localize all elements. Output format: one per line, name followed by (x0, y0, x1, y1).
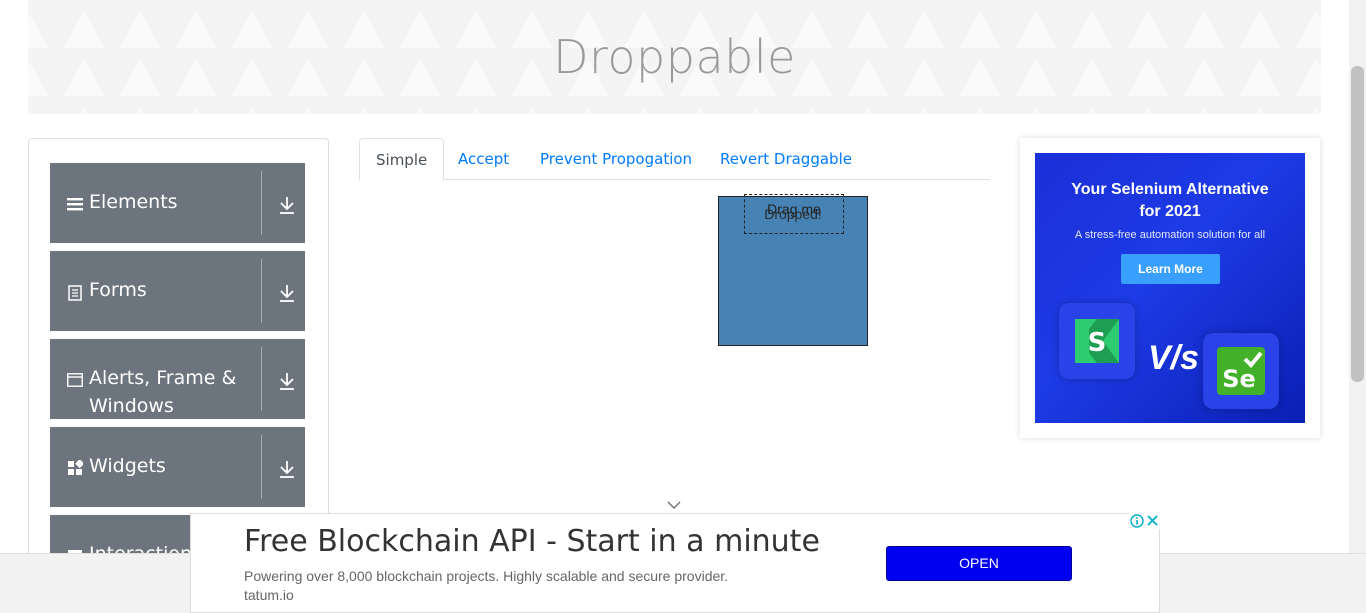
ad-url[interactable]: tatum.io (244, 587, 294, 603)
draggable-box[interactable]: Drag me (744, 194, 844, 234)
selenium-logo-icon: Se (1203, 333, 1279, 409)
download-arrow-icon[interactable] (278, 459, 296, 479)
sidebar: Elements Forms Alerts, Frame & Windows W… (28, 138, 329, 595)
divider (261, 435, 262, 499)
versus-text: V/s (1148, 339, 1200, 377)
ad-headline-line2: for 2021 (1139, 203, 1201, 220)
svg-text:S: S (1088, 328, 1107, 358)
download-arrow-icon[interactable] (278, 195, 296, 215)
tab-bar: Simple Accept Prevent Propogation Revert… (359, 138, 990, 181)
ad-subtitle: A stress-free automation solution for al… (1074, 229, 1266, 241)
sidebar-group-label: Widgets (89, 455, 166, 477)
ad-headline: Your Selenium Alternative (1071, 181, 1269, 198)
bottom-advertisement[interactable]: Free Blockchain API - Start in a minute … (190, 513, 1160, 613)
sidebar-group-widgets[interactable]: Widgets (50, 427, 305, 507)
ad-headline[interactable]: Free Blockchain API - Start in a minute (244, 524, 820, 559)
document-icon (68, 285, 82, 301)
katalon-logo-icon: S (1059, 303, 1135, 379)
chevron-down-icon[interactable] (666, 500, 682, 510)
ad-banner[interactable]: Your Selenium Alternative for 2021 A str… (1035, 153, 1305, 423)
adchoices-icon[interactable] (1129, 513, 1160, 529)
divider (261, 259, 262, 323)
window-icon (67, 373, 83, 387)
page-title: Droppable (553, 30, 796, 84)
ad-description: Powering over 8,000 blockchain projects.… (244, 568, 729, 584)
scrollbar-thumb[interactable] (1351, 66, 1364, 382)
hamburger-icon (67, 198, 83, 211)
divider (261, 347, 262, 411)
side-advertisement[interactable]: Your Selenium Alternative for 2021 A str… (1020, 138, 1320, 438)
open-button[interactable]: OPEN (886, 546, 1072, 581)
download-arrow-icon[interactable] (278, 283, 296, 303)
sidebar-group-label: Elements (89, 191, 178, 213)
sidebar-group-elements[interactable]: Elements (50, 163, 305, 243)
sidebar-group-alerts[interactable]: Alerts, Frame & Windows (50, 339, 305, 419)
page-banner: Droppable (28, 0, 1321, 114)
tab-prevent-propogation[interactable]: Prevent Propogation (524, 138, 708, 180)
download-arrow-icon[interactable] (278, 371, 296, 391)
learn-more-button[interactable]: Learn More (1121, 254, 1220, 284)
drag-label: Drag me (767, 201, 821, 217)
sidebar-group-label: Forms (89, 279, 147, 301)
sidebar-group-forms[interactable]: Forms (50, 251, 305, 331)
tab-accept[interactable]: Accept (442, 138, 525, 180)
page-scrollbar[interactable] (1349, 0, 1366, 553)
sidebar-group-label: Alerts, Frame & Windows (89, 367, 237, 417)
widgets-icon (68, 460, 83, 475)
tab-revert-draggable[interactable]: Revert Draggable (704, 138, 868, 180)
divider (261, 171, 262, 235)
svg-text:Se: Se (1222, 365, 1256, 393)
tab-simple[interactable]: Simple (359, 138, 445, 181)
